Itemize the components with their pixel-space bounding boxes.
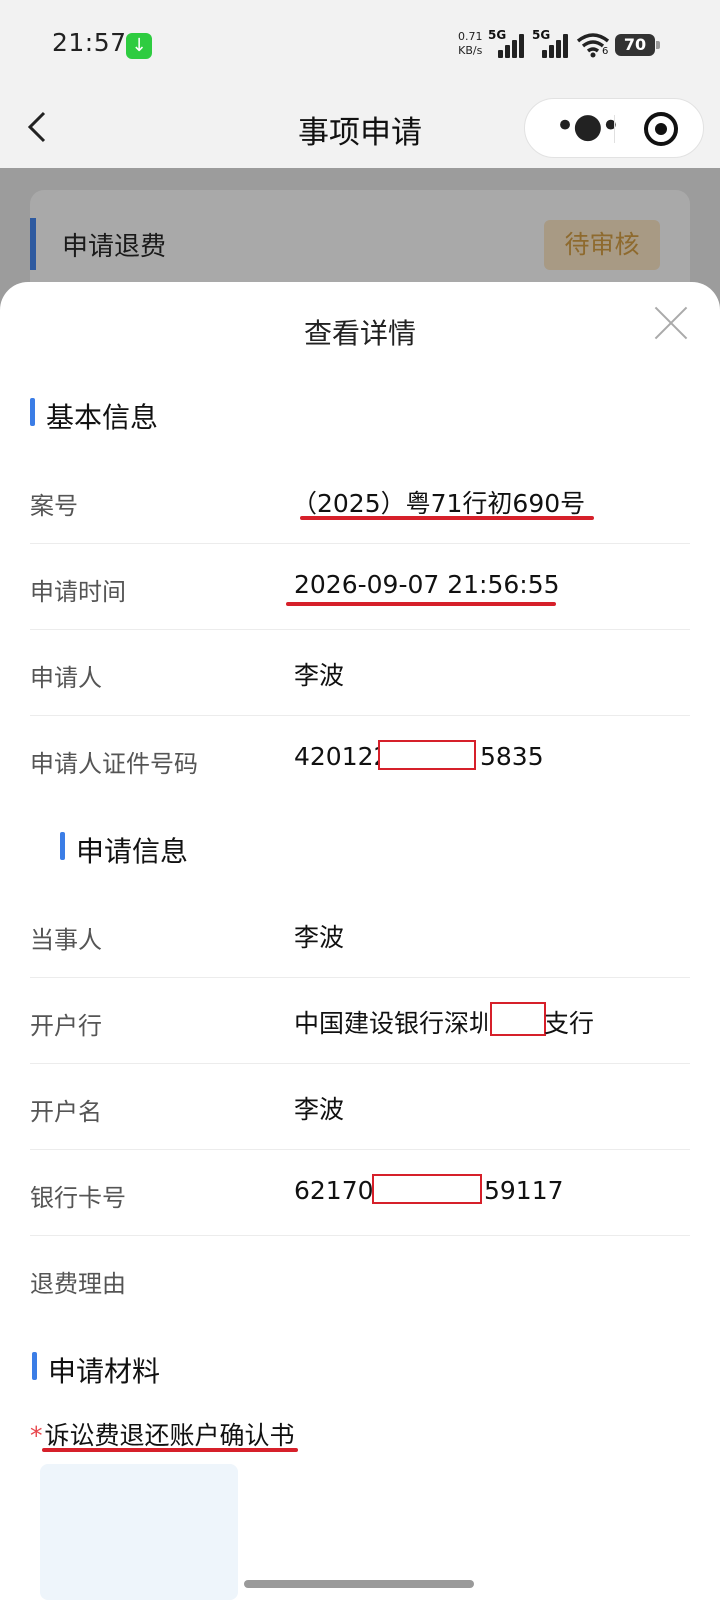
background-card-title: 申请退费 [62, 232, 167, 262]
apply-time-value: 2026-09-07 21:56:55 [294, 570, 560, 599]
material-thumbnail[interactable] [40, 1464, 238, 1600]
applicant-id-prefix: 420122 [294, 742, 390, 771]
status-bar: 21:57 ↓ 0.71 KB/s 5G 5G 6 70 [0, 0, 720, 90]
detail-sheet: 查看详情 基本信息 案号 （2025）粤71行初690号 申请时间 2026-0… [0, 282, 720, 1600]
row-case-number: 案号 （2025）粤71行初690号 [30, 458, 690, 544]
wifi-icon: 6 [576, 32, 610, 58]
row-bank: 开户行 中国建设银行深圳 支行 [30, 978, 690, 1064]
row-applicant: 申请人 李波 [30, 630, 690, 716]
more-icon[interactable]: •●• [555, 106, 621, 146]
section-materials: 申请材料 [32, 1350, 160, 1390]
status-badge: 待审核 [544, 220, 660, 270]
section-apply-info: 申请信息 [60, 830, 188, 870]
miniprogram-capsule: •●• [524, 98, 704, 158]
row-party: 当事人 李波 [30, 892, 690, 978]
annotation-underline [286, 602, 556, 606]
row-card-number: 银行卡号 621700 59117 [30, 1150, 690, 1236]
row-applicant-id: 申请人证件号码 420122 5835 [30, 740, 544, 778]
home-indicator[interactable] [244, 1580, 474, 1588]
signal-icon: 5G [488, 28, 528, 58]
row-apply-time: 申请时间 2026-09-07 21:56:55 [30, 544, 690, 630]
nav-bar: 事项申请 •●• [0, 90, 720, 168]
redaction-box [490, 1002, 546, 1036]
applicant-id-suffix: 5835 [480, 742, 544, 771]
required-mark: * [30, 1421, 43, 1450]
applicant-value: 李波 [294, 661, 345, 690]
material-item-label: *诉讼费退还账户确认书 [30, 1421, 295, 1450]
redaction-box [378, 740, 476, 770]
close-icon[interactable] [654, 306, 688, 340]
network-speed: 0.71 KB/s [458, 30, 483, 57]
annotation-underline [300, 516, 594, 520]
section-basic-info: 基本信息 [30, 396, 158, 436]
status-time: 21:57 [52, 28, 127, 57]
party-value: 李波 [294, 923, 345, 952]
card-number-suffix: 59117 [484, 1176, 564, 1205]
redaction-box [372, 1174, 482, 1204]
bank-prefix: 中国建设银行深圳 [294, 1009, 495, 1038]
close-miniprogram-icon[interactable] [644, 112, 678, 146]
account-name-value: 李波 [294, 1095, 345, 1124]
download-icon: ↓ [126, 33, 152, 59]
row-refund-reason: 退费理由 [30, 1270, 126, 1298]
sheet-title: 查看详情 [303, 317, 416, 350]
annotation-underline [42, 1448, 298, 1452]
bank-suffix: 支行 [544, 1009, 595, 1038]
battery-icon: 70 [615, 34, 660, 56]
signal-icon-2: 5G [532, 28, 572, 58]
row-account-name: 开户名 李波 [30, 1064, 690, 1150]
case-number-value: （2025）粤71行初690号 [292, 489, 586, 518]
